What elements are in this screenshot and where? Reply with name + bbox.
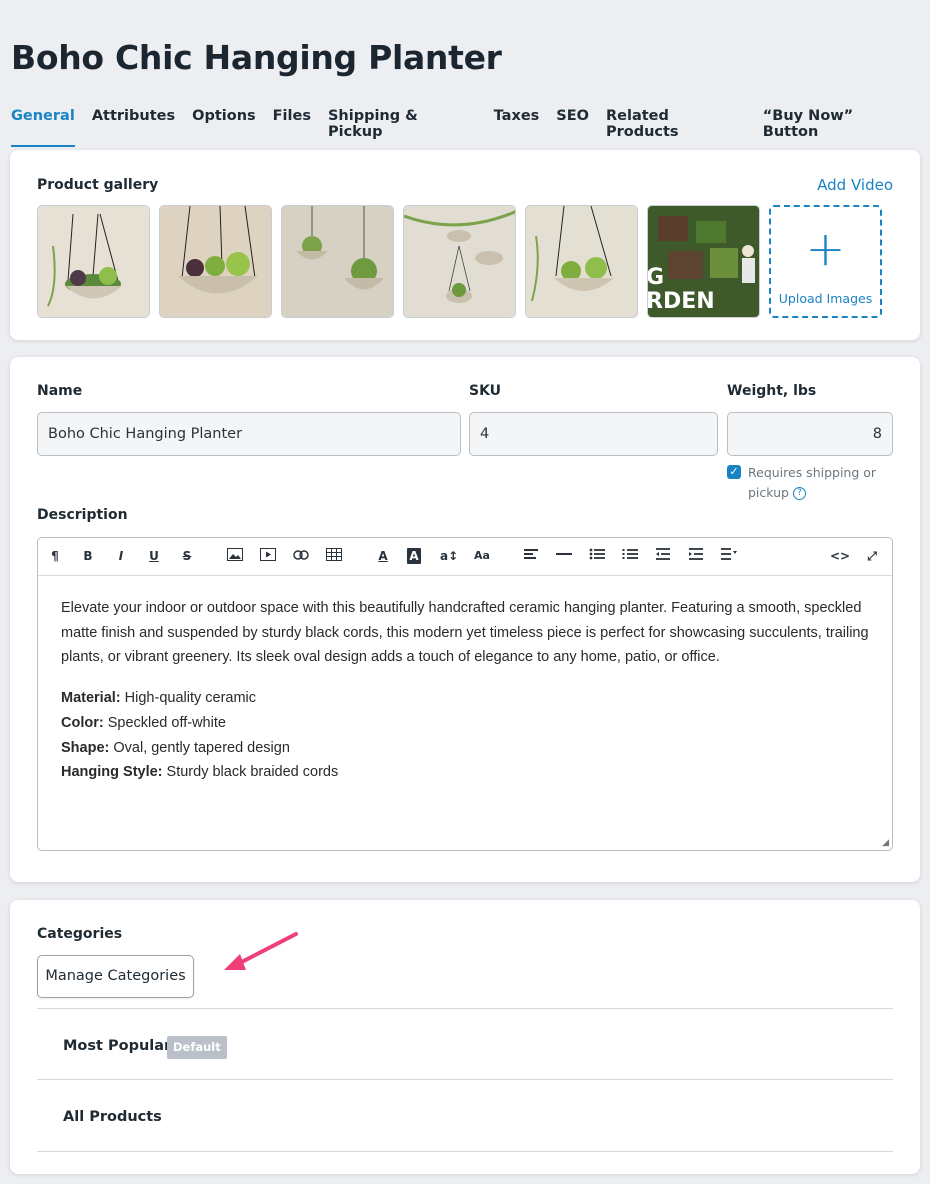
editor-toolbar: ¶ B I U S A A a↕ Aa <> ⤢: [38, 538, 892, 576]
requires-shipping-label: Requires shipping or pickup?: [748, 463, 898, 503]
bold-icon[interactable]: B: [79, 548, 97, 564]
gallery-thumbnail[interactable]: [403, 205, 516, 318]
spec-value: Speckled off-white: [107, 714, 226, 731]
tab-seo[interactable]: SEO: [556, 108, 589, 147]
italic-icon[interactable]: I: [112, 548, 130, 564]
svg-text:G: G: [648, 265, 664, 290]
description-label: Description: [37, 507, 128, 523]
tab-taxes[interactable]: Taxes: [494, 108, 540, 147]
garden-video-thumbnail[interactable]: G RDEN: [647, 205, 760, 318]
background-color-icon[interactable]: A: [407, 548, 421, 564]
divider: [37, 1008, 893, 1009]
divider: [37, 1079, 893, 1080]
horizontal-rule-icon[interactable]: [555, 548, 573, 564]
gallery-card: Product gallery Add Video RDEN + Upload …: [10, 150, 920, 340]
name-input[interactable]: Boho Chic Hanging Planter: [37, 412, 461, 456]
more-paragraph-icon[interactable]: [720, 548, 738, 564]
tab-general[interactable]: General: [11, 108, 75, 147]
requires-shipping-checkbox[interactable]: ✓: [727, 465, 741, 479]
gallery-thumbnail[interactable]: [525, 205, 638, 318]
spec-value: Oval, gently tapered design: [113, 739, 290, 756]
manage-categories-button[interactable]: Manage Categories: [37, 955, 194, 998]
underline-icon[interactable]: U: [145, 548, 163, 564]
video-icon[interactable]: [259, 548, 277, 565]
sku-label: SKU: [469, 383, 502, 399]
description-editor[interactable]: ¶ B I U S A A a↕ Aa <> ⤢ Elevate your in…: [37, 537, 893, 851]
description-paragraph: Elevate your indoor or outdoor space wit…: [61, 600, 869, 666]
resize-handle-icon[interactable]: ◢: [882, 838, 889, 848]
description-content[interactable]: Elevate your indoor or outdoor space wit…: [61, 596, 871, 785]
spec-key: Shape:: [61, 739, 110, 756]
divider: [37, 1151, 893, 1152]
spec-key: Hanging Style:: [61, 764, 163, 781]
requires-shipping-text: Requires shipping or pickup: [748, 465, 877, 500]
svg-text:RDEN: RDEN: [648, 289, 715, 314]
spec-key: Color:: [61, 714, 104, 731]
numbered-list-icon[interactable]: [621, 548, 639, 564]
weight-label: Weight, lbs: [727, 383, 817, 399]
fullscreen-icon[interactable]: ⤢: [863, 548, 881, 564]
table-icon[interactable]: [325, 548, 343, 565]
categories-card: Categories Manage Categories Most Popula…: [10, 900, 920, 1174]
bullet-list-icon[interactable]: [588, 548, 606, 564]
arrow-annotation-icon: [224, 932, 298, 970]
paragraph-icon[interactable]: ¶: [46, 548, 64, 564]
align-icon[interactable]: [522, 548, 540, 564]
help-icon[interactable]: ?: [793, 487, 806, 500]
upload-images-label: Upload Images: [778, 291, 873, 306]
page-title: Boho Chic Hanging Planter: [11, 38, 502, 77]
indent-icon[interactable]: [687, 548, 705, 564]
category-item-all-products[interactable]: All Products: [63, 1109, 162, 1125]
default-badge: Default: [167, 1036, 227, 1059]
spec-value: High-quality ceramic: [124, 690, 257, 707]
link-icon[interactable]: [292, 548, 310, 564]
spec-line: Color: Speckled off-white: [61, 711, 871, 736]
gallery-thumbnail[interactable]: [281, 205, 394, 318]
tab-attributes[interactable]: Attributes: [92, 108, 175, 147]
outdent-icon[interactable]: [654, 548, 672, 564]
sku-input[interactable]: 4: [469, 412, 718, 456]
image-icon[interactable]: [226, 548, 244, 565]
tab-buy-now-button[interactable]: “Buy Now” Button: [763, 108, 913, 147]
tab-shipping-pickup[interactable]: Shipping & Pickup: [328, 108, 477, 147]
tab-files[interactable]: Files: [273, 108, 311, 147]
details-card: Name SKU Weight, lbs Boho Chic Hanging P…: [10, 357, 920, 882]
code-view-icon[interactable]: <>: [830, 548, 850, 564]
spec-line: Material: High-quality ceramic: [61, 686, 871, 711]
font-family-icon[interactable]: Aa: [473, 548, 491, 564]
add-video-link[interactable]: Add Video: [817, 176, 893, 194]
spec-value: Sturdy black braided cords: [166, 764, 339, 781]
tab-options[interactable]: Options: [192, 108, 256, 147]
category-item-most-popular[interactable]: Most Popular: [63, 1038, 171, 1054]
gallery-label: Product gallery: [37, 177, 159, 193]
tab-related-products[interactable]: Related Products: [606, 108, 746, 147]
weight-input[interactable]: 8: [727, 412, 893, 456]
upload-images-button[interactable]: + Upload Images: [769, 205, 882, 318]
categories-label: Categories: [37, 926, 123, 942]
name-label: Name: [37, 383, 83, 399]
spec-key: Material:: [61, 690, 121, 707]
spec-line: Shape: Oval, gently tapered design: [61, 736, 871, 761]
spec-line: Hanging Style: Sturdy black braided cord…: [61, 760, 871, 785]
gallery-thumbnail[interactable]: [159, 205, 272, 318]
plus-icon: +: [805, 221, 846, 277]
font-size-icon[interactable]: a↕: [440, 548, 458, 564]
tab-bar: General Attributes Options Files Shippin…: [11, 108, 930, 147]
strikethrough-icon[interactable]: S: [178, 548, 196, 564]
gallery-thumbnail[interactable]: [37, 205, 150, 318]
font-color-icon[interactable]: A: [374, 548, 392, 564]
